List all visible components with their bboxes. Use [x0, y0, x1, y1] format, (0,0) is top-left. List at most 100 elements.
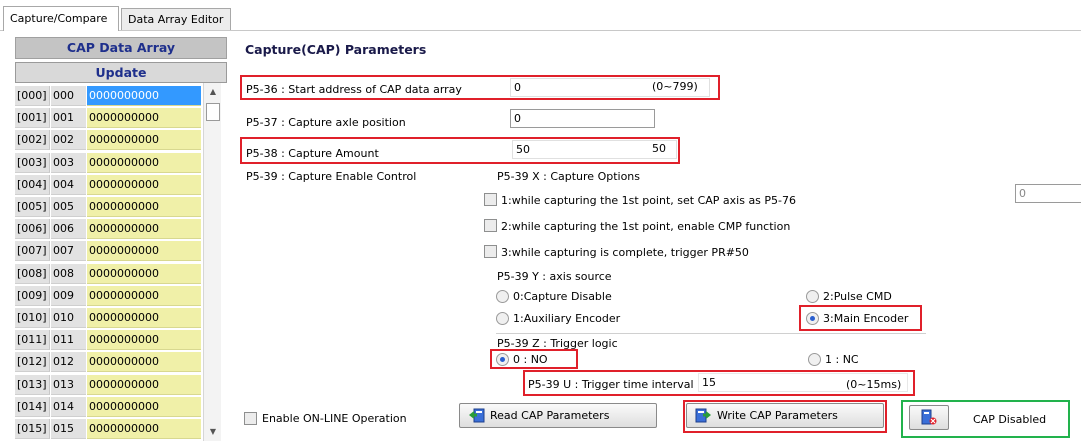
- row-index: [010]: [15, 308, 50, 328]
- read-cap-parameters-button[interactable]: Read CAP Parameters: [459, 403, 657, 428]
- cap-array-scrollbar[interactable]: ▲ ▼: [203, 83, 221, 441]
- cap-array-row[interactable]: [015] 015 0000000000: [15, 419, 227, 439]
- row-address: 002: [51, 130, 86, 151]
- option-1-input[interactable]: 0: [1015, 184, 1081, 203]
- row-address: 012: [51, 352, 86, 373]
- row-index: [006]: [15, 219, 50, 240]
- z-nc-radio[interactable]: [808, 353, 821, 366]
- row-value-cell[interactable]: 0000000000: [87, 263, 201, 284]
- row-index: [004]: [15, 174, 50, 195]
- scroll-thumb[interactable]: [206, 103, 220, 121]
- separator: [496, 333, 926, 334]
- row-value-cell[interactable]: 0000000000: [87, 330, 201, 351]
- cap-array-row[interactable]: [009] 009 0000000000: [15, 285, 227, 306]
- y-capture-disable-radio[interactable]: [496, 290, 509, 303]
- row-value-cell[interactable]: 0000000000: [87, 374, 201, 395]
- read-cap-parameters-label: Read CAP Parameters: [490, 409, 610, 422]
- row-value-cell[interactable]: 0000000000: [87, 285, 201, 306]
- row-address: 001: [51, 108, 86, 129]
- row-index: [007]: [15, 241, 50, 262]
- online-operation-checkbox[interactable]: [244, 412, 257, 425]
- cap-parameters-title: Capture(CAP) Parameters: [245, 42, 427, 57]
- option-2-checkbox[interactable]: [484, 219, 497, 232]
- row-address: 010: [51, 308, 86, 328]
- option-1-label: 1:while capturing the 1st point, set CAP…: [501, 194, 797, 207]
- scroll-up-icon[interactable]: ▲: [204, 83, 222, 101]
- y-pulse-cmd-radio[interactable]: [806, 290, 819, 303]
- read-icon: [469, 408, 485, 423]
- row-value-cell[interactable]: 0000000000: [87, 396, 201, 417]
- y-pulse-cmd-label: 2:Pulse CMD: [823, 290, 892, 303]
- row-index: [005]: [15, 197, 50, 217]
- row-value-cell[interactable]: 0000000000: [87, 241, 201, 262]
- highlight-p5-38: [240, 137, 680, 164]
- cap-status-box: CAP Disabled: [901, 400, 1070, 438]
- cap-array-row[interactable]: [002] 002 0000000000: [15, 130, 227, 151]
- update-button[interactable]: Update: [15, 62, 227, 83]
- scroll-down-icon[interactable]: ▼: [204, 423, 222, 441]
- row-value-cell[interactable]: 0000000000: [87, 108, 201, 129]
- row-index: [009]: [15, 285, 50, 306]
- cap-data-array-panel: CAP Data Array Update [000] 000 0000000000…: [15, 37, 227, 441]
- row-value-cell[interactable]: 0000000000: [87, 152, 201, 173]
- row-value-cell[interactable]: 0000000000: [87, 419, 201, 439]
- cap-array-row[interactable]: [007] 007 0000000000: [15, 241, 227, 262]
- option-1-checkbox[interactable]: [484, 193, 497, 206]
- row-index: [003]: [15, 152, 50, 173]
- highlight-write-button: [683, 400, 887, 433]
- row-address: 013: [51, 374, 86, 395]
- row-value-cell[interactable]: 0000000000: [87, 86, 201, 106]
- cap-data-array-title: CAP Data Array: [15, 37, 227, 59]
- row-address: 006: [51, 219, 86, 240]
- tab-bar: Capture/Compare Data Array Editor: [0, 0, 1081, 31]
- cap-status-indicator[interactable]: [909, 405, 949, 430]
- highlight-main-encoder: [799, 305, 922, 331]
- y-capture-disable-label: 0:Capture Disable: [513, 290, 612, 303]
- cap-array-row[interactable]: [010] 010 0000000000: [15, 308, 227, 328]
- row-address: 015: [51, 419, 86, 439]
- tab-data-array-editor[interactable]: Data Array Editor: [121, 8, 231, 31]
- row-value-cell[interactable]: 0000000000: [87, 197, 201, 217]
- cap-array-row[interactable]: [014] 014 0000000000: [15, 396, 227, 417]
- p5-37-input[interactable]: 0: [510, 109, 655, 128]
- row-address: 005: [51, 197, 86, 217]
- row-index: [014]: [15, 396, 50, 417]
- row-address: 009: [51, 285, 86, 306]
- row-address: 011: [51, 330, 86, 351]
- cap-array-row[interactable]: [008] 008 0000000000: [15, 263, 227, 284]
- row-value-cell[interactable]: 0000000000: [87, 130, 201, 151]
- row-value-cell[interactable]: 0000000000: [87, 174, 201, 195]
- cap-array-row[interactable]: [012] 012 0000000000: [15, 352, 227, 373]
- cap-disabled-icon: [921, 409, 937, 425]
- row-index: [000]: [15, 86, 50, 106]
- cap-status-text: CAP Disabled: [973, 413, 1047, 426]
- row-index: [012]: [15, 352, 50, 373]
- row-value-cell[interactable]: 0000000000: [87, 352, 201, 373]
- row-address: 008: [51, 263, 86, 284]
- p5-39-label: P5-39 : Capture Enable Control: [246, 170, 417, 183]
- row-value-cell[interactable]: 0000000000: [87, 219, 201, 240]
- row-index: [001]: [15, 108, 50, 129]
- option-3-checkbox[interactable]: [484, 245, 497, 258]
- highlight-p5-36: [240, 75, 720, 100]
- option-2-label: 2:while capturing the 1st point, enable …: [501, 220, 791, 233]
- y-source-title: P5-39 Y : axis source: [497, 270, 612, 283]
- row-address: 003: [51, 152, 86, 173]
- y-aux-encoder-radio[interactable]: [496, 312, 509, 325]
- cap-array-row[interactable]: [006] 006 0000000000: [15, 219, 227, 240]
- tab-capture-compare[interactable]: Capture/Compare: [3, 6, 119, 31]
- option-3-label: 3:while capturing is complete, trigger P…: [501, 246, 749, 259]
- cap-array-row[interactable]: [004] 004 0000000000: [15, 174, 227, 195]
- cap-array-row[interactable]: [005] 005 0000000000: [15, 197, 227, 217]
- cap-array-row[interactable]: [013] 013 0000000000: [15, 374, 227, 395]
- row-value-cell[interactable]: 0000000000: [87, 308, 201, 328]
- cap-array-row[interactable]: [011] 011 0000000000: [15, 330, 227, 351]
- cap-array-row[interactable]: [000] 000 0000000000: [15, 86, 227, 106]
- row-index: [008]: [15, 263, 50, 284]
- cap-array-row[interactable]: [003] 003 0000000000: [15, 152, 227, 173]
- row-index: [011]: [15, 330, 50, 351]
- row-address: 014: [51, 396, 86, 417]
- row-index: [002]: [15, 130, 50, 151]
- x-options-title: P5-39 X : Capture Options: [497, 170, 641, 183]
- cap-array-row[interactable]: [001] 001 0000000000: [15, 108, 227, 129]
